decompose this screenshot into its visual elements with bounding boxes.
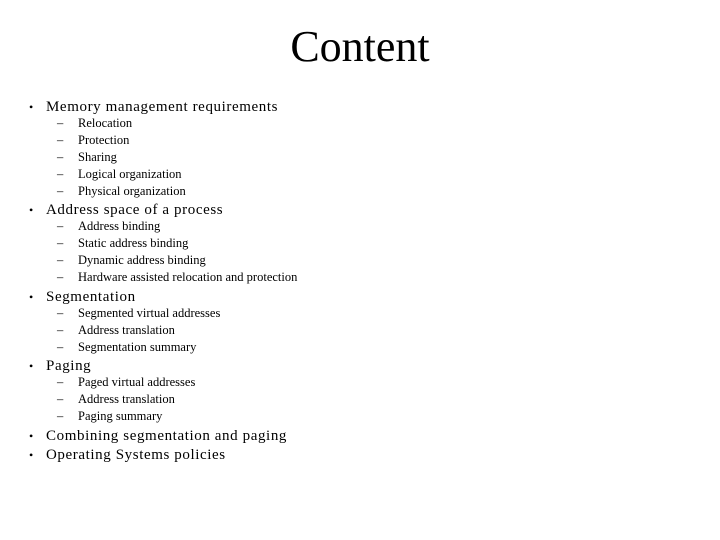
dash-icon: – (57, 306, 64, 320)
outline-subitem-label: Address translation (78, 323, 175, 337)
outline-item-label: Combining segmentation and paging (46, 428, 288, 444)
outline-subitem-label: Static address binding (78, 236, 189, 250)
dash-icon: – (57, 323, 64, 337)
outline-subitem-label: Hardware assisted relocation and protect… (78, 270, 298, 284)
dash-icon: – (57, 340, 64, 354)
outline-subitem-label: Segmented virtual addresses (78, 306, 221, 320)
outline-subitem-label: Sharing (78, 150, 117, 164)
outline-item-label: Memory management requirements (46, 99, 279, 115)
dash-icon: – (57, 133, 64, 147)
outline-subitem-label: Address binding (78, 219, 161, 233)
dash-icon: – (57, 392, 64, 406)
outline-item-label: Segmentation (46, 289, 136, 305)
dash-icon: – (57, 116, 64, 130)
outline-item-label: Operating Systems policies (46, 447, 226, 463)
bullet-icon: • (29, 203, 34, 217)
bullet-icon: • (29, 448, 34, 462)
dash-icon: – (57, 219, 64, 233)
bullet-icon: • (29, 429, 34, 443)
bullet-icon: • (29, 100, 34, 114)
outline-item-label: Paging (46, 358, 92, 374)
dash-icon: – (57, 184, 64, 198)
dash-icon: – (57, 167, 64, 181)
outline-subitem-label: Dynamic address binding (78, 253, 206, 267)
dash-icon: – (57, 375, 64, 389)
dash-icon: – (57, 253, 64, 267)
outline-subitem-label: Relocation (78, 116, 133, 130)
outline-subitem-label: Paged virtual addresses (78, 375, 196, 389)
outline-subitem-label: Logical organization (78, 167, 182, 181)
outline-subitem-label: Address translation (78, 392, 175, 406)
outline-item-label: Address space of a process (46, 202, 224, 218)
dash-icon: – (57, 270, 64, 284)
outline-subitem-label: Protection (78, 133, 130, 147)
bullet-icon: • (29, 290, 34, 304)
dash-icon: – (57, 409, 64, 423)
dash-icon: – (57, 150, 64, 164)
outline-subitem-label: Paging summary (78, 409, 163, 423)
dash-icon: – (57, 236, 64, 250)
slide-title: Content (290, 22, 430, 71)
outline-subitem-label: Segmentation summary (78, 340, 197, 354)
bullet-icon: • (29, 359, 34, 373)
outline-subitem-label: Physical organization (78, 184, 186, 198)
